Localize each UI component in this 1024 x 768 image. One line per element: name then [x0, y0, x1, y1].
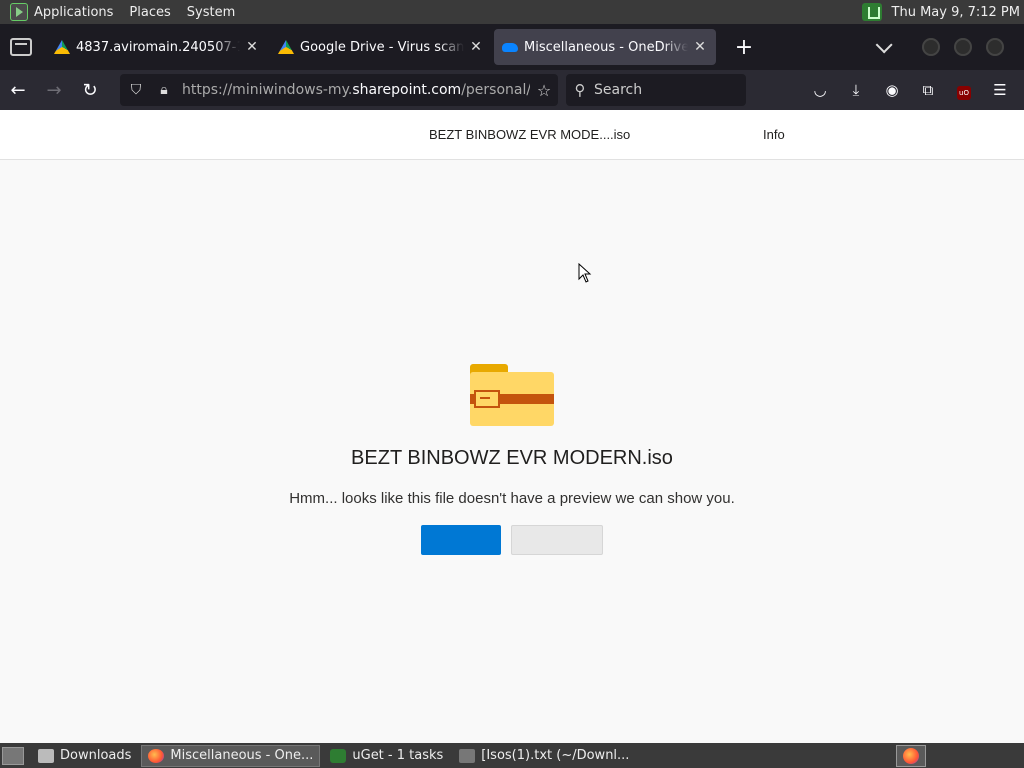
- tab-google-drive[interactable]: Google Drive - Virus scan warning ✕: [270, 29, 492, 65]
- task-text-editor[interactable]: [Isos(1).txt (~/Downl...: [453, 745, 635, 767]
- workspace-switcher[interactable]: [896, 744, 926, 767]
- back-button[interactable]: ←: [0, 74, 36, 106]
- google-drive-icon: [278, 40, 294, 54]
- minimize-window-button[interactable]: [922, 38, 940, 56]
- hamburger-menu-icon[interactable]: ☰: [982, 81, 1018, 100]
- task-label: Miscellaneous - One...: [170, 748, 314, 763]
- uget-icon: [330, 748, 347, 763]
- downloads-icon[interactable]: ⤓: [838, 81, 874, 100]
- forward-button[interactable]: →: [36, 74, 72, 106]
- menu-places[interactable]: Places: [129, 5, 170, 20]
- mouse-cursor-icon: [578, 263, 592, 283]
- show-desktop-button[interactable]: [2, 746, 24, 765]
- task-label: [Isos(1).txt (~/Downl...: [481, 748, 630, 763]
- desktop-top-panel: Applications Places System Thu May 9, 7:…: [0, 0, 1024, 24]
- close-icon[interactable]: ✕: [692, 39, 708, 55]
- close-icon[interactable]: ✕: [244, 39, 260, 55]
- shield-icon[interactable]: ⛉: [124, 82, 148, 98]
- url-text[interactable]: https://miniwindows-my.sharepoint.com/pe…: [182, 82, 530, 98]
- header-filename: BEZT BINBOWZ EVR MODE....iso: [429, 127, 631, 142]
- onedrive-page: BEZT BINBOWZ EVR MODE....iso Info BEZT B…: [0, 110, 1024, 743]
- task-label: uGet - 1 tasks: [352, 748, 444, 763]
- text-file-icon: [459, 748, 476, 763]
- url-prefix: https://miniwindows-my.: [182, 82, 353, 98]
- task-downloads[interactable]: Downloads: [32, 745, 137, 767]
- info-button[interactable]: Info: [763, 127, 785, 142]
- search-placeholder: Search: [594, 82, 643, 98]
- new-tab-button[interactable]: +: [728, 35, 760, 60]
- tab-title: 4837.aviromain.240507-1054: [76, 39, 240, 55]
- maximize-window-button[interactable]: [954, 38, 972, 56]
- firefox-icon: [903, 747, 919, 764]
- file-title: BEZT BINBOWZ EVR MODERN.iso: [351, 447, 673, 469]
- tab-title: Miscellaneous - OneDrive: [524, 39, 688, 55]
- chevron-down-icon[interactable]: [875, 36, 893, 54]
- zip-folder-icon: [470, 364, 554, 426]
- menu-applications[interactable]: Applications: [34, 5, 113, 20]
- extensions-icon[interactable]: ⧉: [910, 81, 946, 100]
- clock[interactable]: Thu May 9, 7:12 PM: [892, 5, 1020, 20]
- search-input[interactable]: ⚲ Search: [566, 74, 746, 106]
- list-all-tabs-icon[interactable]: [10, 38, 32, 56]
- bookmark-star-icon[interactable]: ☆: [530, 81, 558, 100]
- system-menu-icon[interactable]: [10, 3, 28, 21]
- tab-aviromain[interactable]: 4837.aviromain.240507-1054 ✕: [46, 29, 268, 65]
- browser-nav-bar: ← → ↻ ⛉ 🔒︎ https://miniwindows-my.sharep…: [0, 70, 1024, 110]
- firefox-icon: [148, 748, 165, 763]
- onedrive-icon: [502, 42, 518, 52]
- task-uget[interactable]: uGet - 1 tasks: [324, 745, 449, 767]
- search-icon: ⚲: [574, 81, 586, 99]
- task-label: Downloads: [60, 748, 132, 763]
- ublock-origin-icon[interactable]: uO: [946, 81, 982, 100]
- account-icon[interactable]: ◉: [874, 81, 910, 100]
- url-path: /personal/kov: [461, 82, 530, 98]
- url-bar[interactable]: ⛉ 🔒︎ https://miniwindows-my.sharepoint.c…: [120, 74, 558, 106]
- secondary-button[interactable]: [511, 525, 603, 555]
- pocket-icon[interactable]: ◡: [802, 81, 838, 100]
- tab-onedrive[interactable]: Miscellaneous - OneDrive ✕: [494, 29, 716, 65]
- no-preview-message: Hmm... looks like this file doesn't have…: [289, 490, 735, 507]
- google-drive-icon: [54, 40, 70, 54]
- uget-tray-icon[interactable]: [861, 3, 882, 21]
- desktop-taskbar: Downloads Miscellaneous - One... uGet - …: [0, 743, 1024, 768]
- lock-icon[interactable]: 🔒︎: [152, 82, 176, 98]
- tab-title: Google Drive - Virus scan warning: [300, 39, 464, 55]
- file-viewer-header: BEZT BINBOWZ EVR MODE....iso Info: [0, 110, 1024, 160]
- folder-icon: [38, 748, 54, 763]
- download-button[interactable]: [421, 525, 501, 555]
- close-window-button[interactable]: [986, 38, 1004, 56]
- url-host: sharepoint.com: [352, 82, 462, 98]
- reload-button[interactable]: ↻: [72, 74, 108, 106]
- task-firefox[interactable]: Miscellaneous - One...: [141, 744, 321, 767]
- browser-tab-strip: 4837.aviromain.240507-1054 ✕ Google Driv…: [0, 24, 1024, 70]
- menu-system[interactable]: System: [187, 5, 235, 20]
- close-icon[interactable]: ✕: [468, 39, 484, 55]
